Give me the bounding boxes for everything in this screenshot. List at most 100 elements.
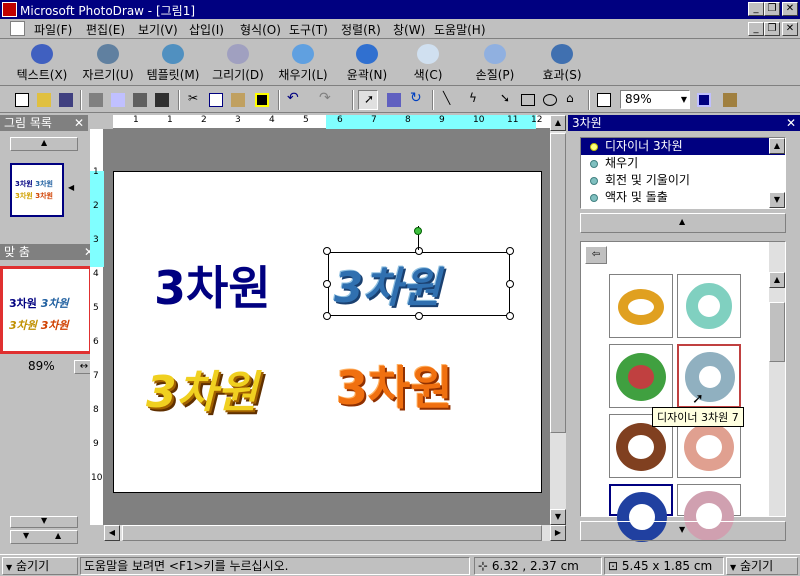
list-item[interactable]: 채우기 [581, 155, 785, 172]
gallery-scroll-thumb[interactable] [769, 302, 785, 362]
scroll-down-icon[interactable]: ▼ [550, 509, 566, 525]
effects-button[interactable]: 효과(S) [536, 42, 588, 84]
format-painter-button[interactable] [252, 90, 272, 110]
picture-page[interactable]: 3차원 3차원 3차원 3차원 [113, 171, 542, 493]
fill-button[interactable]: 채우기(L) [272, 42, 334, 84]
canvas-text-navy[interactable]: 3차원 [154, 252, 271, 318]
camera-button[interactable] [152, 90, 172, 110]
menu-edit[interactable]: 편집(E) [86, 21, 125, 38]
list-scroll-up-icon[interactable]: ▲ [769, 138, 785, 154]
gallery-item-3[interactable] [609, 344, 673, 408]
gallery-scrollbar[interactable]: ▲ [769, 242, 785, 516]
hide-left-button[interactable]: ▼ 숨기기 [2, 557, 78, 575]
scan-button[interactable] [130, 90, 150, 110]
doc-restore-button[interactable]: ❐ [764, 22, 780, 36]
doc-minimize-button[interactable]: _ [748, 22, 764, 36]
undo-button[interactable]: ↶ [284, 90, 304, 110]
save-button[interactable] [56, 90, 76, 110]
canvas-vertical-scrollbar[interactable]: ▲ ▼ [550, 115, 566, 525]
close-icon[interactable]: ✕ [786, 115, 796, 131]
fit-view-button[interactable] [694, 90, 714, 110]
gallery-item-4-selected[interactable] [677, 344, 741, 408]
scroll-thumb[interactable] [550, 133, 566, 433]
list-item[interactable]: 디자이너 3차원 [581, 138, 785, 155]
list-item[interactable]: 액자 및 돌출 [581, 189, 785, 206]
arrow-button[interactable]: ➘ [496, 90, 516, 110]
rotate-button[interactable]: ↻ [406, 90, 426, 110]
hide-right-button[interactable]: ▼ 숨기기 [726, 557, 798, 575]
gallery-item-2[interactable] [677, 274, 741, 338]
scroll-thumb-h[interactable] [122, 525, 542, 541]
menu-format[interactable]: 형식(O) [240, 21, 281, 38]
color-button[interactable]: 색(C) [404, 42, 452, 84]
clip-gallery-button[interactable] [720, 90, 740, 110]
menu-insert[interactable]: 삽입(I) [189, 21, 224, 38]
gallery-item-1[interactable] [609, 274, 673, 338]
panel-scroll-button[interactable]: ▼ ▲ [10, 530, 78, 544]
draw-button[interactable]: 그리기(D) [208, 42, 268, 84]
new-button[interactable] [12, 90, 32, 110]
gallery-item-8[interactable] [677, 484, 741, 541]
canvas-text-orange[interactable]: 3차원 [336, 352, 453, 418]
rectangle-button[interactable] [518, 90, 538, 110]
scroll-up-icon[interactable]: ▲ [769, 272, 785, 288]
touch-up-button[interactable]: 손질(P) [468, 42, 522, 84]
menu-window[interactable]: 창(W) [393, 21, 425, 38]
outline-button[interactable]: 윤곽(N) [340, 42, 394, 84]
cut-button[interactable]: ✂ [184, 90, 204, 110]
fit-preview[interactable]: 3차원 3차원 3차원 3차원 [0, 266, 92, 354]
close-icon[interactable]: ✕ [74, 115, 84, 131]
handle-s[interactable] [415, 312, 423, 320]
copy-button[interactable] [206, 90, 226, 110]
effect-type-list[interactable]: 디자이너 3차원 채우기 회전 및 기울이기 액자 및 돌출 ▲ ▼ [580, 137, 786, 209]
selection-box[interactable] [328, 252, 510, 316]
app-icon[interactable] [2, 2, 17, 17]
rotate-handle[interactable] [414, 227, 422, 235]
canvas-horizontal-scrollbar[interactable]: ◀ ▶ [104, 525, 566, 541]
list-scroll-down-icon[interactable]: ▼ [769, 192, 785, 208]
paste-button[interactable] [228, 90, 248, 110]
zoom-select[interactable]: 89% ▼ [620, 90, 690, 109]
crop-button[interactable]: 자르기(U) [78, 42, 138, 84]
menu-arrange[interactable]: 정렬(R) [341, 21, 381, 38]
redo-button[interactable]: ↷ [316, 90, 336, 110]
template-button[interactable]: 템플릿(M) [142, 42, 204, 84]
print-button[interactable] [86, 90, 106, 110]
list-item[interactable]: 회전 및 기울이기 [581, 172, 785, 189]
curve-button[interactable]: ϟ [464, 90, 484, 110]
menu-help[interactable]: 도움말(H) [434, 21, 486, 38]
scanner-button[interactable] [594, 90, 614, 110]
picture-thumbnail[interactable]: 3차원 3차원 3차원 3차원 [10, 163, 64, 217]
open-button[interactable] [34, 90, 54, 110]
canvas-text-gold[interactable]: 3차원 [146, 356, 258, 420]
list-scroll-up-button[interactable]: ▲ [10, 137, 78, 151]
scroll-right-icon[interactable]: ▶ [550, 525, 566, 541]
close-button[interactable]: ✕ [782, 2, 798, 16]
ellipse-button[interactable] [540, 90, 560, 110]
handle-w[interactable] [323, 280, 331, 288]
maximize-button[interactable]: ❐ [764, 2, 780, 16]
bring-forward-button[interactable] [384, 90, 404, 110]
handle-ne[interactable] [506, 247, 514, 255]
document-icon[interactable] [10, 21, 25, 36]
doc-close-button[interactable]: ✕ [782, 22, 798, 36]
handle-se[interactable] [506, 312, 514, 320]
menu-file[interactable]: 파일(F) [34, 21, 72, 38]
minimize-button[interactable]: _ [748, 2, 764, 16]
pointer-button[interactable]: ➚ [358, 90, 378, 110]
text-button[interactable]: 텍스트(X) [10, 42, 74, 84]
handle-n[interactable] [415, 247, 423, 255]
panel-collapse-up-button[interactable]: ▲ [580, 213, 786, 233]
handle-sw[interactable] [323, 312, 331, 320]
print-preview-button[interactable] [108, 90, 128, 110]
handle-e[interactable] [506, 280, 514, 288]
gallery-back-button[interactable]: ⇦ [585, 246, 607, 264]
panel-scroll-down-button[interactable]: ▼ [10, 516, 78, 528]
menu-view[interactable]: 보기(V) [138, 21, 178, 38]
designer-3d-gallery[interactable]: ⇦ ▲ [580, 241, 786, 542]
scroll-up-icon[interactable]: ▲ [550, 115, 566, 131]
autoshape-button[interactable]: ⌂ [562, 90, 582, 110]
gallery-item-7[interactable] [609, 484, 673, 542]
menu-tools[interactable]: 도구(T) [289, 21, 328, 38]
scroll-left-icon[interactable]: ◀ [104, 525, 120, 541]
